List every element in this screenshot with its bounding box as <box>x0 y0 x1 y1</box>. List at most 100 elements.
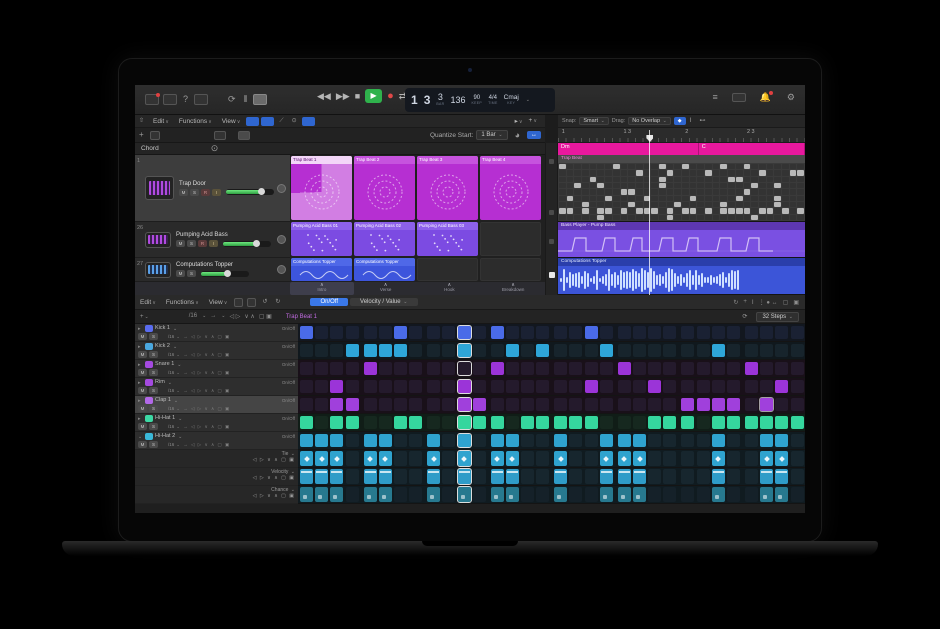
step-cell[interactable] <box>633 344 646 357</box>
row-rate-select[interactable]: /16 <box>168 370 174 375</box>
seq-window-icon[interactable]: ▢ <box>783 299 789 306</box>
step-cell[interactable] <box>536 434 549 447</box>
step-cell[interactable] <box>569 362 582 375</box>
step-cell[interactable] <box>727 380 740 393</box>
step-cell[interactable] <box>330 362 343 375</box>
step-cell[interactable] <box>760 398 773 411</box>
loop-sync-button[interactable]: ↔ <box>527 131 541 139</box>
volume-knob[interactable] <box>258 188 265 195</box>
add-track-button[interactable]: + <box>139 131 144 139</box>
step-cell[interactable] <box>712 398 725 411</box>
step-cell[interactable] <box>330 326 343 339</box>
step-cell[interactable] <box>585 344 598 357</box>
menu-functions[interactable]: Functions∨ <box>179 118 212 125</box>
step-cell[interactable] <box>315 416 328 429</box>
pencil-icon[interactable] <box>253 94 267 105</box>
row-step-controls[interactable]: ⌄ → ◁ ▷ ∨ ∧ ▢ ▣ <box>176 334 230 340</box>
output-icon[interactable] <box>163 94 177 105</box>
step-cell[interactable] <box>442 451 455 466</box>
step-cell[interactable] <box>300 487 313 502</box>
mute-button[interactable]: M <box>176 240 185 247</box>
step-cell[interactable] <box>727 344 740 357</box>
step-cell[interactable] <box>315 344 328 357</box>
bell-icon[interactable]: 🔔 <box>760 93 771 102</box>
step-cell[interactable] <box>521 344 534 357</box>
step-cell[interactable] <box>394 416 407 429</box>
step-cell[interactable] <box>394 487 407 502</box>
row-mute-button[interactable]: M <box>138 405 147 412</box>
step-cell[interactable] <box>300 398 313 411</box>
step-cell[interactable] <box>727 416 740 429</box>
step-cell[interactable] <box>521 416 534 429</box>
step-cell[interactable] <box>745 469 758 484</box>
step-cell[interactable] <box>681 434 694 447</box>
step-cell[interactable] <box>697 451 710 466</box>
step-cell[interactable] <box>473 362 486 375</box>
row-mute-button[interactable]: M <box>138 369 147 376</box>
step-cell[interactable] <box>330 398 343 411</box>
step-cell[interactable] <box>775 434 788 447</box>
step-cell[interactable] <box>346 416 359 429</box>
step-cell[interactable] <box>379 380 392 393</box>
stop-button[interactable]: ■ <box>355 91 360 101</box>
loop-cell-empty[interactable] <box>480 258 541 281</box>
step-cell[interactable] <box>521 451 534 466</box>
step-cell[interactable] <box>300 344 313 357</box>
mute-button[interactable]: M <box>179 189 188 196</box>
step-cell[interactable] <box>648 362 661 375</box>
step-cell[interactable] <box>409 362 422 375</box>
step-cell[interactable] <box>458 380 471 393</box>
step-cell[interactable] <box>633 416 646 429</box>
controls-icon[interactable]: ⚙ <box>787 93 795 102</box>
row-mute-button[interactable]: M <box>138 387 147 394</box>
step-cell[interactable] <box>506 398 519 411</box>
snap-toggle-button[interactable]: ◆ <box>674 117 686 125</box>
step-cell[interactable] <box>300 380 313 393</box>
step-cell[interactable] <box>681 469 694 484</box>
step-cell[interactable] <box>648 487 661 502</box>
step-cell[interactable] <box>491 469 504 484</box>
step-cell[interactable] <box>536 326 549 339</box>
step-cell[interactable] <box>409 451 422 466</box>
step-cell[interactable] <box>585 380 598 393</box>
step-cell[interactable] <box>300 469 313 484</box>
seq-row-header[interactable]: ▸Clap 1⌄On/OffMS/16⌄ → ◁ ▷ ∨ ∧ ▢ ▣ <box>135 396 298 414</box>
step-cell[interactable] <box>727 326 740 339</box>
step-cell[interactable] <box>663 434 676 447</box>
track-header-trap-door[interactable]: 1Trap DoorMSRI <box>135 155 290 222</box>
step-cell[interactable] <box>364 434 377 447</box>
step-cell[interactable] <box>618 362 631 375</box>
step-cell[interactable] <box>315 451 328 466</box>
row-solo-button[interactable]: S <box>149 441 158 448</box>
step-cell[interactable] <box>600 416 613 429</box>
step-cell[interactable] <box>791 487 804 502</box>
loop-cell[interactable]: Pumping Acid Bass 02 <box>354 222 415 256</box>
input-monitor-button[interactable]: I <box>212 189 221 196</box>
step-cell[interactable] <box>409 326 422 339</box>
scene-trigger-intro[interactable]: ∧Intro <box>290 282 354 295</box>
step-cell[interactable] <box>727 487 740 502</box>
step-cell[interactable] <box>364 487 377 502</box>
seq-row-header[interactable]: ▸Hi-Hat 1⌄On/OffMS/16⌄ → ◁ ▷ ∨ ∧ ▢ ▣ <box>135 414 298 432</box>
seq-add-icon[interactable]: + <box>743 299 747 306</box>
step-cell[interactable] <box>315 362 328 375</box>
seq-row-name[interactable]: Rim <box>155 379 165 386</box>
step-cell[interactable] <box>681 398 694 411</box>
step-cell[interactable] <box>585 451 598 466</box>
step-cell[interactable] <box>364 326 377 339</box>
scene-trigger-breakdown[interactable]: ∧Breakdown <box>481 282 545 295</box>
step-cell[interactable] <box>681 362 694 375</box>
step-cell[interactable] <box>663 398 676 411</box>
step-cell[interactable] <box>681 416 694 429</box>
seq-tool2-icon[interactable] <box>247 298 256 307</box>
step-cell[interactable] <box>775 487 788 502</box>
step-cell[interactable] <box>569 416 582 429</box>
volume-knob[interactable] <box>224 270 231 277</box>
row-mute-button[interactable]: M <box>138 333 147 340</box>
loop-cell[interactable]: Pumping Acid Bass 03 <box>417 222 478 256</box>
step-cell[interactable] <box>745 487 758 502</box>
step-cell[interactable] <box>536 487 549 502</box>
step-cell[interactable] <box>745 380 758 393</box>
step-cell[interactable] <box>775 398 788 411</box>
seq-add-row-button[interactable]: +⌄ <box>140 314 149 320</box>
